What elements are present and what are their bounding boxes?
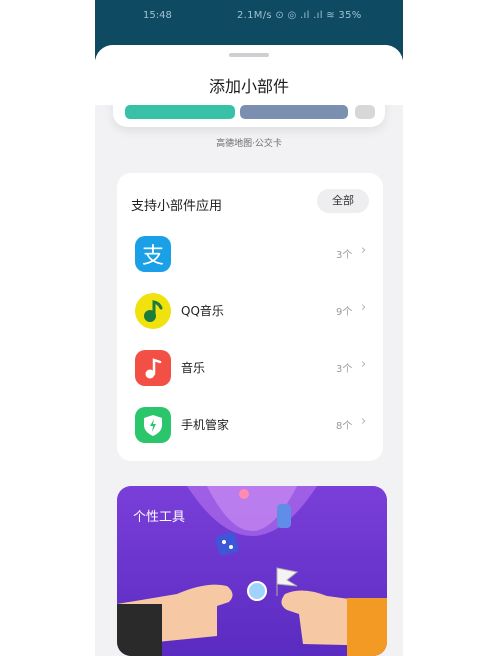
- status-time: 15:48: [143, 10, 172, 21]
- personal-tools-banner[interactable]: 个性工具: [117, 486, 387, 656]
- app-row-qq-music[interactable]: QQ音乐 9个 ›: [117, 286, 383, 336]
- svg-text:支: 支: [142, 244, 164, 269]
- chevron-right-icon: ›: [361, 300, 367, 315]
- chevron-right-icon: ›: [361, 243, 367, 258]
- app-label: 手机管家: [181, 418, 230, 432]
- widget-count: 3个: [336, 364, 353, 375]
- supported-apps-title: 支持小部件应用: [131, 199, 223, 214]
- widget-count: 9个: [336, 307, 353, 318]
- sheet-header: 添加小部件: [95, 45, 403, 105]
- status-indicators: 2.1M/s ⊙ ◎ .ıl .ıl ≋ 35%: [237, 10, 362, 21]
- preview-pill-gray: [355, 105, 375, 119]
- widget-count: 3个: [336, 250, 353, 261]
- app-row-alipay[interactable]: 支 3个 ›: [117, 229, 383, 279]
- supported-apps-card: 支持小部件应用 全部 支 3个 › QQ音乐 9个 › 音乐 3个 › 手机管家…: [117, 173, 383, 461]
- add-widget-sheet: 添加小部件 高德地图·公交卡 支持小部件应用 全部 支 3个 › QQ音乐 9个…: [95, 45, 403, 656]
- widget-count: 8个: [336, 421, 353, 432]
- app-label: 音乐: [181, 361, 206, 375]
- preview-pill-slate: [240, 105, 348, 119]
- preview-pill-teal: [125, 105, 235, 119]
- app-row-phone-manager[interactable]: 手机管家 8个 ›: [117, 400, 383, 450]
- qq-music-icon: [135, 293, 171, 329]
- music-icon: [135, 350, 171, 386]
- phone-manager-icon: [135, 407, 171, 443]
- chevron-right-icon: ›: [361, 414, 367, 429]
- alipay-icon: 支: [135, 236, 171, 272]
- tools-banner-title: 个性工具: [133, 510, 186, 525]
- all-button[interactable]: 全部: [317, 189, 369, 213]
- chevron-right-icon: ›: [361, 357, 367, 372]
- sheet-title: 添加小部件: [208, 77, 289, 96]
- app-label: QQ音乐: [181, 304, 224, 318]
- drag-handle[interactable]: [229, 53, 269, 57]
- preview-caption: 高德地图·公交卡: [216, 139, 282, 149]
- app-row-music[interactable]: 音乐 3个 ›: [117, 343, 383, 393]
